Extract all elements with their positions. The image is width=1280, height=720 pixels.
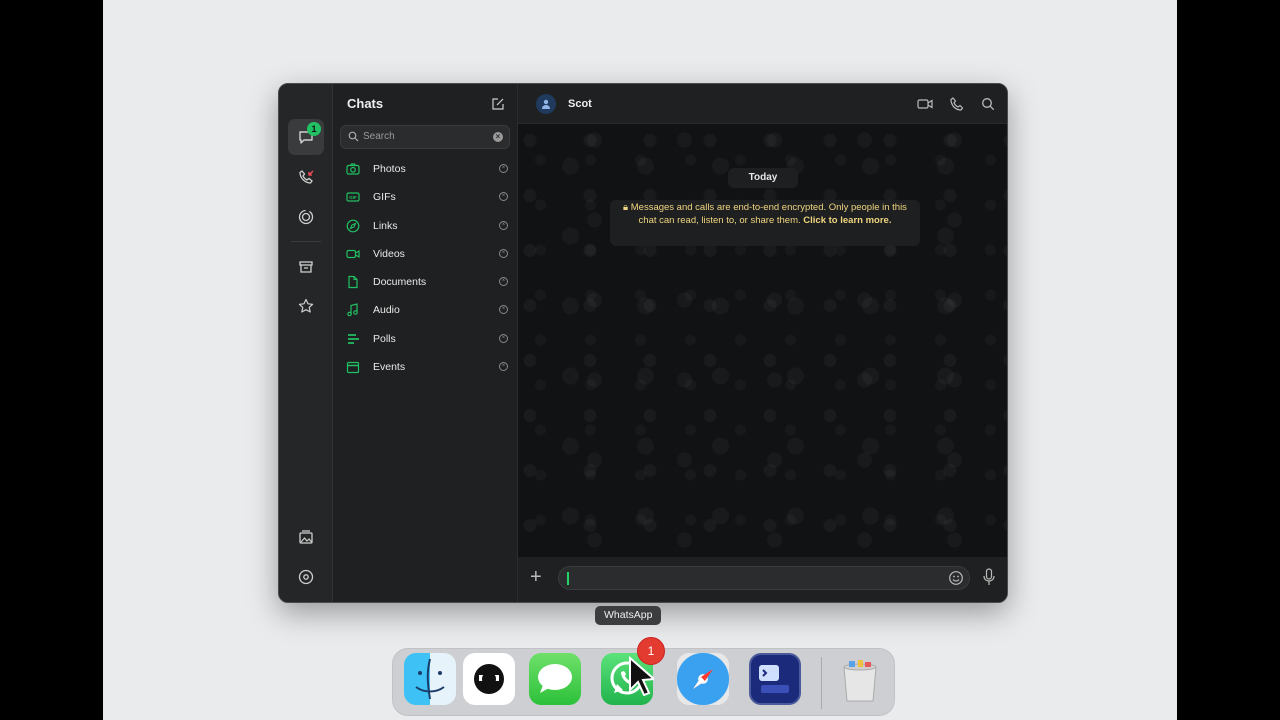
conversation-header[interactable]: Scot xyxy=(518,84,1007,124)
filter-item-events[interactable]: Events × xyxy=(333,353,517,381)
archive-icon xyxy=(299,261,313,273)
search-placeholder: Search xyxy=(363,131,395,142)
trash-icon xyxy=(843,660,877,702)
clear-filter-icon[interactable]: × xyxy=(499,248,508,258)
filter-item-audio[interactable]: Audio × xyxy=(333,296,517,324)
filter-label: Events xyxy=(373,361,406,374)
clear-filter-icon[interactable]: × xyxy=(499,362,508,372)
filter-item-gifs[interactable]: GIF GIFs × xyxy=(333,183,517,211)
filter-item-links[interactable]: Links × xyxy=(333,212,517,240)
document-icon xyxy=(348,276,358,289)
lock-icon: 🔒︎ xyxy=(623,202,629,213)
filter-item-videos[interactable]: Videos × xyxy=(333,240,517,268)
filter-label: Documents xyxy=(373,276,427,289)
microphone-icon[interactable] xyxy=(983,568,995,586)
camera-icon xyxy=(346,163,360,175)
svg-text:GIF: GIF xyxy=(349,195,357,200)
voice-call-icon[interactable] xyxy=(950,96,964,112)
music-note-icon xyxy=(347,303,358,317)
encryption-notice[interactable]: 🔒︎ Messages and calls are end-to-end enc… xyxy=(610,200,920,246)
compass-icon xyxy=(693,669,713,689)
poll-icon xyxy=(348,333,359,344)
filter-list: Photos × GIF GIFs × Links × Videos × Doc… xyxy=(333,155,517,381)
clear-filter-icon[interactable]: × xyxy=(499,277,508,287)
terminal-app-icon xyxy=(759,665,789,693)
search-input[interactable]: Search × xyxy=(340,125,510,149)
rail-settings-button[interactable] xyxy=(288,559,324,595)
image-gallery-icon xyxy=(299,530,313,544)
gear-icon xyxy=(298,569,314,585)
clear-search-icon[interactable]: × xyxy=(493,132,503,142)
date-divider: Today xyxy=(728,168,798,188)
calendar-icon xyxy=(346,361,360,374)
filter-label: Photos xyxy=(373,163,406,175)
dock-app-messages[interactable] xyxy=(529,653,581,705)
text-cursor xyxy=(567,572,569,585)
chatgpt-logo-icon xyxy=(474,664,504,694)
rail-status-button[interactable] xyxy=(288,199,324,235)
rail-calls-button[interactable] xyxy=(288,159,324,195)
filter-item-polls[interactable]: Polls × xyxy=(333,325,517,353)
status-icon xyxy=(298,209,314,225)
filter-item-photos[interactable]: Photos × xyxy=(333,155,517,183)
whatsapp-window: 1 Chats Search × Photos × GIF GIFs × Lin… xyxy=(278,83,1008,603)
header-actions xyxy=(917,96,995,112)
search-icon xyxy=(348,131,359,142)
dock-divider xyxy=(821,657,822,709)
new-chat-icon[interactable] xyxy=(491,97,505,111)
dock-app-trash[interactable] xyxy=(834,653,886,705)
sidebar-title: Chats xyxy=(347,96,384,111)
dock-app-chatgpt[interactable] xyxy=(463,653,515,705)
contact-name[interactable]: Scot xyxy=(568,98,592,110)
dock-app-finder[interactable] xyxy=(404,653,456,705)
chats-unread-badge: 1 xyxy=(307,122,321,136)
desktop: 1 Chats Search × Photos × GIF GIFs × Lin… xyxy=(103,0,1177,720)
clear-filter-icon[interactable]: × xyxy=(499,305,508,315)
compass-icon xyxy=(346,219,360,232)
filter-item-documents[interactable]: Documents × xyxy=(333,268,517,296)
filter-label: Audio xyxy=(373,304,400,317)
nav-rail: 1 xyxy=(279,84,333,602)
dock-app-safari[interactable] xyxy=(677,653,729,705)
filter-label: GIFs xyxy=(373,191,396,204)
clear-filter-icon[interactable]: × xyxy=(499,333,508,343)
emoji-icon[interactable] xyxy=(948,570,964,586)
phone-icon xyxy=(299,170,314,184)
avatar[interactable] xyxy=(536,94,556,114)
rail-chats-button[interactable]: 1 xyxy=(288,119,324,155)
finder-face-icon xyxy=(415,658,445,700)
conversation-pane: Scot Today 🔒︎ Messages and calls are end… xyxy=(518,84,1007,602)
gif-icon: GIF xyxy=(346,192,360,202)
dock-app-terminal[interactable] xyxy=(749,653,801,705)
clear-filter-icon[interactable]: × xyxy=(499,220,508,230)
rail-divider xyxy=(291,241,321,242)
learn-more-link[interactable]: Click to learn more. xyxy=(803,215,891,226)
rail-starred-button[interactable] xyxy=(288,288,324,324)
message-composer: + xyxy=(518,557,1007,602)
attach-plus-icon[interactable]: + xyxy=(530,567,542,587)
clear-filter-icon[interactable]: × xyxy=(499,192,508,202)
filter-label: Links xyxy=(373,219,398,232)
dock-tooltip: WhatsApp xyxy=(595,606,662,625)
filter-label: Polls xyxy=(373,332,396,345)
rail-archived-button[interactable] xyxy=(288,249,324,285)
mouse-pointer-icon xyxy=(629,656,654,696)
speech-bubble-icon xyxy=(538,664,572,693)
rail-media-button[interactable] xyxy=(288,519,324,555)
video-icon xyxy=(346,249,360,258)
chat-background: Today 🔒︎ Messages and calls are end-to-e… xyxy=(518,124,1007,557)
filter-label: Videos xyxy=(373,247,405,260)
star-icon xyxy=(298,298,314,313)
clear-filter-icon[interactable]: × xyxy=(499,164,508,173)
chat-list-sidebar: Chats Search × Photos × GIF GIFs × Links… xyxy=(333,84,518,602)
search-icon[interactable] xyxy=(981,96,995,112)
video-call-icon[interactable] xyxy=(917,96,933,112)
person-icon xyxy=(542,99,550,109)
message-input[interactable] xyxy=(558,566,970,590)
